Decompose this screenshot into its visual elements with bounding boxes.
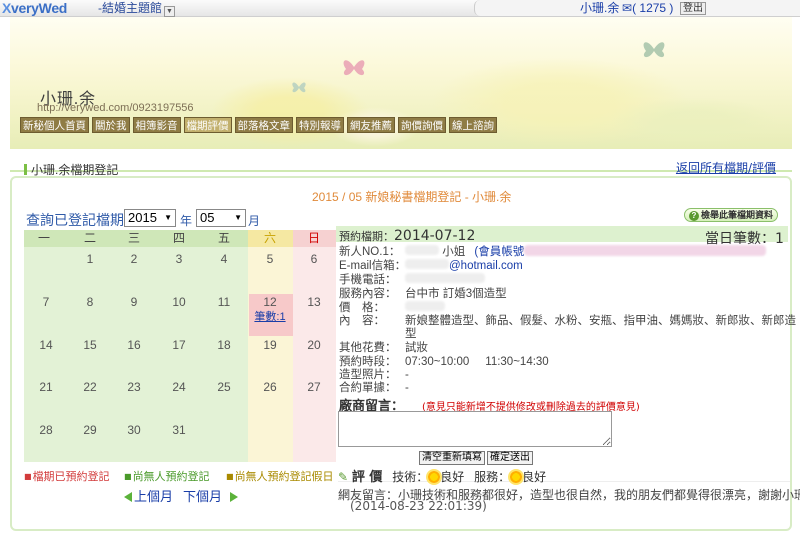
mail-link[interactable]: ✉( 1275 ) — [622, 0, 673, 16]
calendar-day[interactable]: 3 — [159, 252, 199, 266]
calendar-day[interactable]: 25 — [204, 380, 244, 394]
calendar-day[interactable]: 9 — [114, 295, 154, 309]
redacted-phone — [405, 273, 485, 283]
main-nav: 新秘個人首頁 關於我 相簿影音 檔期評價 部落格文章 特別報導 網友推薦 詢價詢… — [20, 117, 497, 134]
calendar-day[interactable]: 2 — [114, 252, 154, 266]
vendor-message-input[interactable] — [338, 411, 612, 447]
calendar-day-booked[interactable]: 12 — [250, 295, 290, 309]
calendar-day[interactable]: 11 — [204, 295, 244, 309]
calendar-day[interactable]: 31 — [159, 423, 199, 437]
month-pager: 上個月 下個月 — [124, 486, 239, 505]
nav-item-schedule[interactable]: 檔期評價 — [183, 117, 232, 133]
calendar-day[interactable]: 13 — [294, 295, 334, 309]
nav-item-report[interactable]: 特別報導 — [296, 117, 344, 133]
calendar-day[interactable]: 20 — [294, 338, 334, 352]
calendar-day[interactable]: 28 — [26, 423, 66, 437]
calendar-day[interactable]: 27 — [294, 380, 334, 394]
nav-item-album[interactable]: 相簿影音 — [132, 117, 181, 133]
site-logo[interactable]: XveryWed — [2, 0, 67, 17]
calendar-day[interactable]: 8 — [70, 295, 110, 309]
detail-row-contract: 合約單據： - — [339, 382, 409, 394]
calendar-title: 2015 / 05 新娘秘書檔期登記 - 小珊.余 — [312, 190, 512, 204]
calendar-day[interactable]: 1 — [70, 252, 110, 266]
month-unit: 月 — [248, 214, 261, 228]
redacted-price — [405, 301, 445, 311]
nav-item-inquiry[interactable]: 詢價詢價 — [398, 117, 446, 133]
submit-button[interactable]: 確定送出 — [487, 451, 533, 465]
legend-free: 尚無人預約登記 — [124, 468, 210, 484]
calendar-day[interactable]: 4 — [204, 252, 244, 266]
year-unit: 年 — [180, 214, 193, 228]
year-select[interactable]: 2015 ▼ — [124, 209, 176, 227]
calendar-day[interactable]: 24 — [159, 380, 199, 394]
nav-item-about[interactable]: 關於我 — [92, 117, 130, 133]
chevron-down-icon: ▼ — [164, 213, 172, 222]
nav-item-home[interactable]: 新秘個人首頁 — [20, 117, 89, 133]
clear-button[interactable]: 清空重新填寫 — [419, 451, 485, 465]
chevron-down-icon: ▼ — [234, 213, 242, 222]
weekday-header: 三 — [127, 231, 140, 245]
legend-booked: 檔期已預約登記 — [24, 468, 110, 484]
comment-time: (2014-08-23 22:01:39) — [350, 499, 487, 513]
calendar-day[interactable]: 29 — [70, 423, 110, 437]
calendar-day[interactable]: 18 — [204, 338, 244, 352]
calendar-day[interactable]: 21 — [26, 380, 66, 394]
weekday-header: 四 — [172, 231, 185, 245]
query-label: 查詢已登記檔期 — [26, 212, 124, 228]
back-to-all-link[interactable]: 返回所有檔期/評價 — [676, 159, 776, 176]
redacted-email — [405, 259, 449, 269]
weekday-header: 六 — [263, 231, 276, 245]
calendar-day[interactable]: 19 — [250, 338, 290, 352]
calendar-day[interactable]: 6 — [294, 252, 334, 266]
calendar-day[interactable]: 30 — [114, 423, 154, 437]
theme-menu[interactable]: -結婚主題館 ▼ — [98, 1, 176, 17]
calendar-day[interactable]: 15 — [70, 338, 110, 352]
site-url: http://verywed.com/0923197556 — [37, 102, 194, 114]
sun-icon — [428, 471, 441, 483]
calendar-day[interactable]: 16 — [114, 338, 154, 352]
calendar-day[interactable]: 10 — [159, 295, 199, 309]
chevron-down-icon[interactable]: ▼ — [164, 6, 176, 17]
user-name-link[interactable]: 小珊.余 — [580, 0, 619, 16]
mail-count[interactable]: ( 1275 ) — [632, 1, 673, 15]
report-button[interactable]: ? 檢舉此筆檔期資料 — [684, 208, 779, 222]
weekday-header: 一 — [37, 231, 50, 245]
arrow-left-icon[interactable] — [124, 492, 132, 502]
nav-item-recommend[interactable]: 網友推薦 — [347, 117, 395, 133]
redacted-name — [405, 245, 439, 255]
nav-item-blog[interactable]: 部落格文章 — [234, 117, 293, 133]
booked-count-link[interactable]: 筆數:1 — [250, 308, 290, 324]
calendar-day[interactable]: 22 — [70, 380, 110, 394]
reservation-date: 預約檔期：2014-07-12 — [339, 228, 476, 244]
logout-button[interactable]: 登出 — [680, 2, 706, 15]
legend-free-holiday: 尚無人預約登記假日 — [226, 468, 334, 484]
calendar-day[interactable]: 23 — [114, 380, 154, 394]
calendar-day[interactable]: 5 — [250, 252, 290, 266]
question-icon: ? — [689, 211, 699, 221]
redacted-account — [524, 245, 767, 256]
section-header: 小珊.余檔期登記 返回所有檔期/評價 — [10, 150, 792, 177]
butterfly-icon — [343, 60, 365, 76]
nav-item-consult[interactable]: 線上諮詢 — [449, 117, 497, 133]
pencil-icon: ✎ — [338, 470, 349, 484]
calendar-day[interactable]: 7 — [26, 295, 66, 309]
calendar-day[interactable]: 17 — [159, 338, 199, 352]
calendar-day[interactable]: 26 — [250, 380, 290, 394]
arrow-right-icon[interactable] — [230, 492, 239, 502]
calendar-day[interactable]: 14 — [26, 338, 66, 352]
month-select[interactable]: 05 ▼ — [196, 209, 246, 227]
mail-icon[interactable]: ✉ — [622, 1, 632, 15]
weekday-header: 二 — [83, 231, 96, 245]
next-month-link[interactable]: 下個月 — [183, 490, 222, 505]
prev-month-link[interactable]: 上個月 — [134, 490, 173, 505]
butterfly-icon — [292, 82, 306, 93]
banner-decoration — [610, 97, 780, 147]
top-bar: XveryWed -結婚主題館 ▼ 小珊.余 ✉( 1275 ) 登出 — [0, 0, 800, 17]
evaluation-bar: ✎ 評 價 技術： 良好 服務： 良好 — [338, 466, 790, 485]
weekday-header: 日 — [307, 231, 320, 245]
butterfly-icon — [643, 42, 665, 58]
weekday-header: 五 — [217, 231, 230, 245]
sun-icon — [510, 471, 523, 483]
